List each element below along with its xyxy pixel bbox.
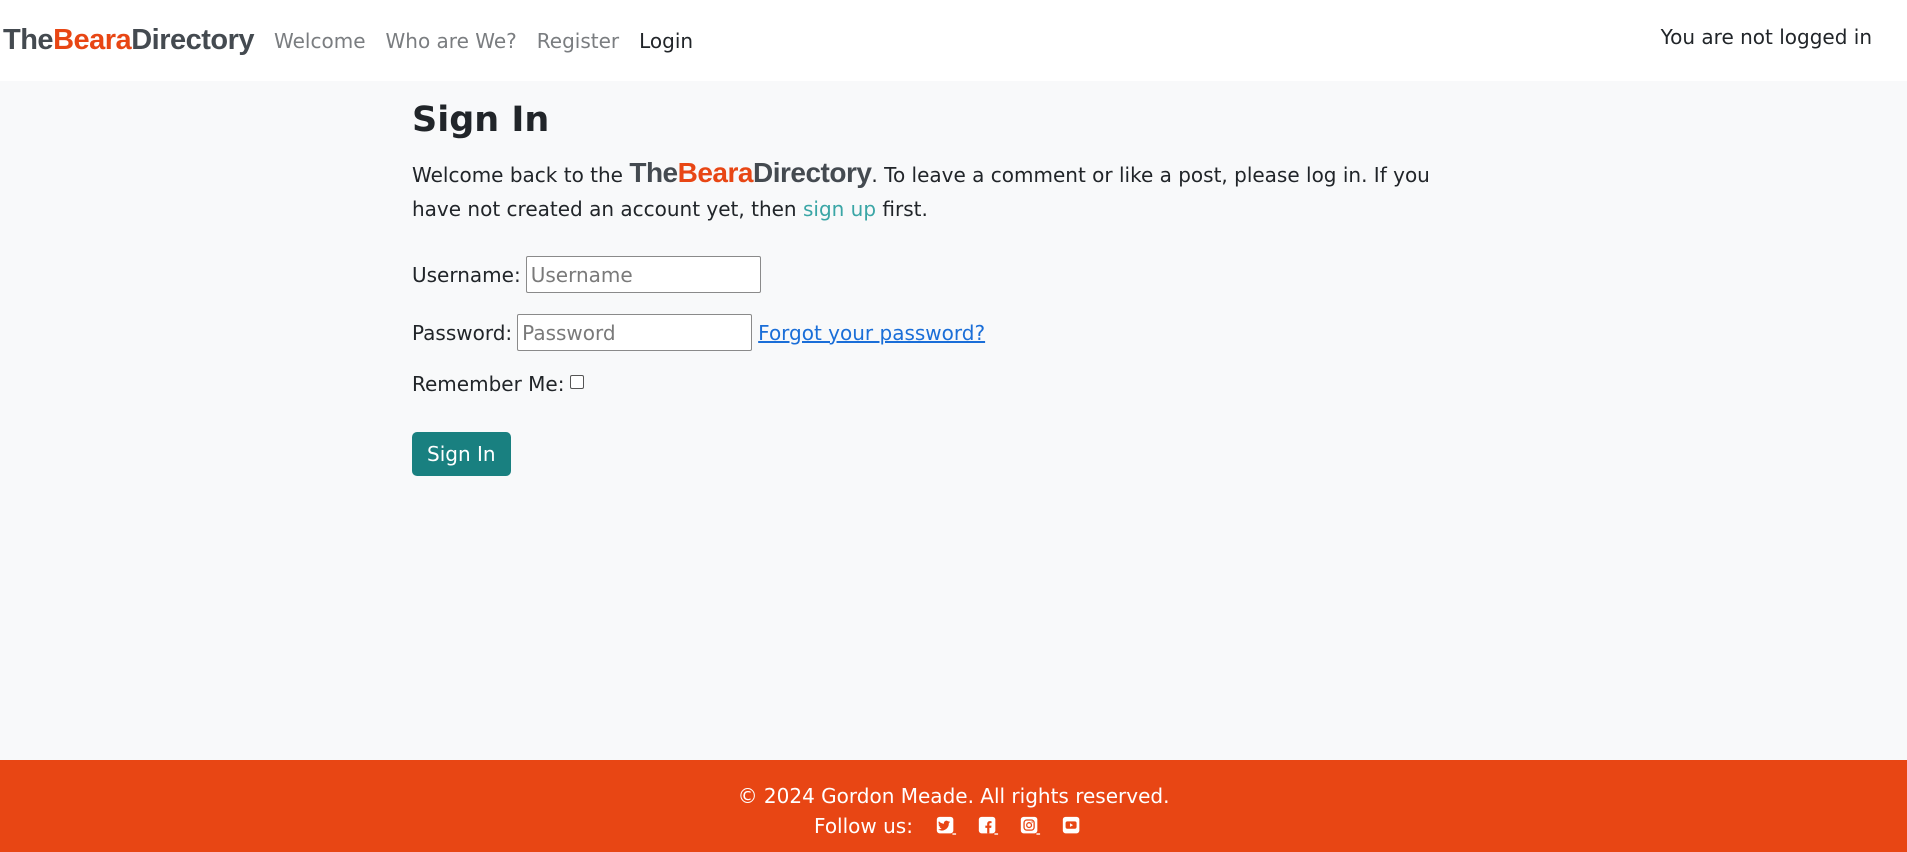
- nav-link-welcome[interactable]: Welcome: [274, 29, 365, 53]
- username-input[interactable]: [525, 256, 761, 293]
- sign-up-link[interactable]: sign up: [803, 197, 876, 221]
- username-label: Username:: [412, 262, 521, 287]
- follow-us: Follow us:: [0, 814, 1907, 838]
- nav-link-register[interactable]: Register: [537, 29, 619, 53]
- username-row: Username:: [412, 256, 1432, 293]
- intro-pre: Welcome back to the: [412, 163, 630, 187]
- brand-beara: Beara: [53, 24, 132, 56]
- sign-in-button[interactable]: Sign In: [412, 432, 511, 476]
- youtube-icon[interactable]: [1061, 815, 1083, 837]
- intro-brand-beara: Beara: [677, 157, 754, 188]
- nav-links: Welcome Who are We? Register Login: [274, 29, 713, 53]
- password-label: Password:: [412, 320, 513, 345]
- instagram-icon[interactable]: [1019, 815, 1041, 837]
- main-content: Sign In Welcome back to the TheBearaDire…: [412, 100, 1432, 476]
- intro-text: Welcome back to the TheBearaDirectory. T…: [412, 156, 1432, 226]
- login-form: Username: Password: Forgot your password…: [412, 256, 1432, 476]
- forgot-password-link[interactable]: Forgot your password?: [758, 321, 985, 345]
- brand-logo[interactable]: TheBearaDirectory: [3, 24, 255, 57]
- intro-brand-the: The: [629, 157, 678, 188]
- facebook-icon[interactable]: [977, 815, 999, 837]
- intro-brand-directory: Directory: [752, 157, 872, 188]
- password-input[interactable]: [517, 314, 753, 351]
- nav-link-login[interactable]: Login: [639, 29, 693, 53]
- intro-post: first.: [876, 197, 928, 221]
- remember-row: Remember Me:: [412, 372, 1432, 396]
- login-status: You are not logged in: [1660, 25, 1872, 49]
- navbar: TheBearaDirectory Welcome Who are We? Re…: [0, 0, 1907, 81]
- follow-label: Follow us:: [814, 814, 913, 838]
- footer: © 2024 Gordon Meade. All rights reserved…: [0, 760, 1907, 852]
- copyright-text: © 2024 Gordon Meade. All rights reserved…: [737, 784, 1170, 808]
- nav-link-who-are-we[interactable]: Who are We?: [386, 29, 517, 53]
- page-title: Sign In: [412, 100, 550, 140]
- remember-me-checkbox[interactable]: [570, 375, 585, 389]
- remember-label: Remember Me:: [412, 372, 565, 396]
- brand-directory: Directory: [131, 24, 255, 56]
- intro-brand: TheBearaDirectory: [629, 157, 872, 188]
- brand-the: The: [3, 24, 54, 56]
- twitter-icon[interactable]: [935, 815, 957, 837]
- password-row: Password: Forgot your password?: [412, 314, 1432, 351]
